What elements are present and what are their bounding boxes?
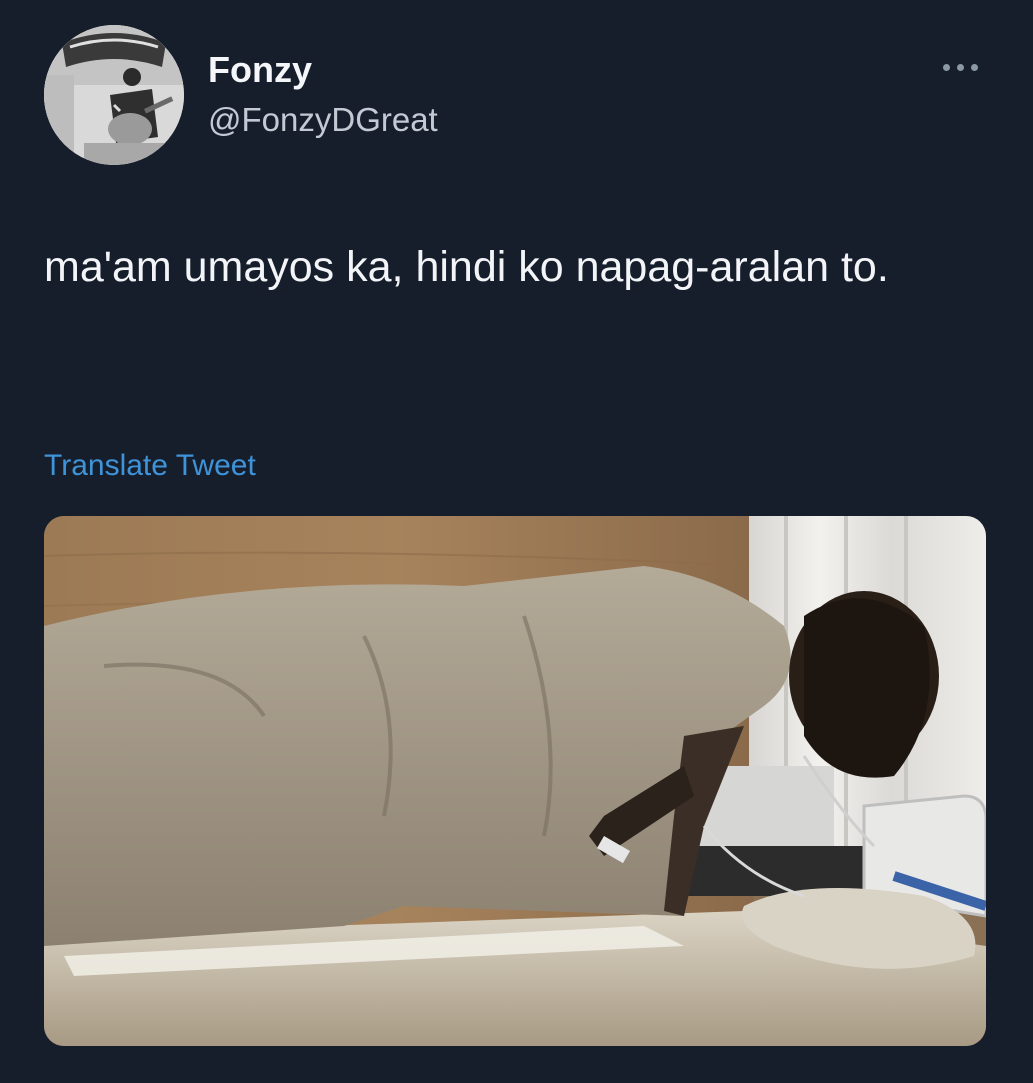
tweet-media-image[interactable] — [44, 516, 986, 1046]
user-handle[interactable]: @FonzyDGreat — [208, 100, 438, 140]
author-block[interactable]: Fonzy @FonzyDGreat — [208, 50, 438, 140]
more-dot — [943, 64, 950, 71]
more-dot — [957, 64, 964, 71]
more-dot — [971, 64, 978, 71]
tweet-card: Fonzy @FonzyDGreat ma'am umayos ka, hind… — [0, 0, 1033, 1083]
avatar[interactable] — [44, 25, 184, 165]
media-photo-icon — [44, 516, 986, 1046]
avatar-photo-icon — [44, 25, 184, 165]
translate-tweet-link[interactable]: Translate Tweet — [44, 446, 256, 486]
display-name[interactable]: Fonzy — [208, 50, 438, 90]
more-options-icon[interactable] — [937, 52, 987, 82]
tweet-text: ma'am umayos ka, hindi ko napag-aralan t… — [44, 243, 889, 291]
